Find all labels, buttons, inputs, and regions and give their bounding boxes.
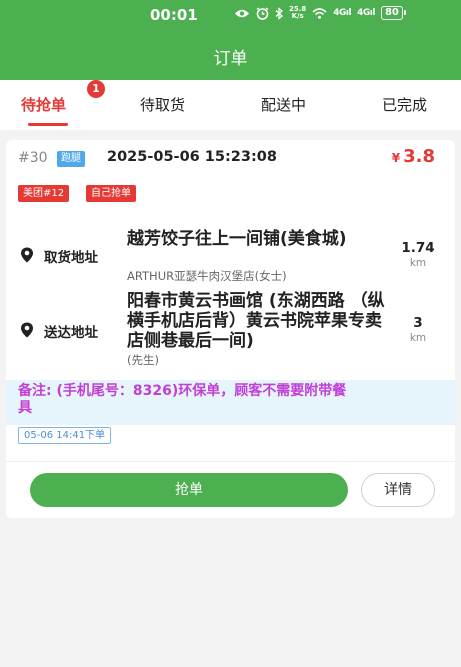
order-created-tag: 05-06 14:41下单 — [18, 427, 112, 444]
divider — [6, 461, 455, 462]
tab-pending-pickup[interactable]: 待取货 — [140, 94, 185, 115]
grab-type-tag: 自己抢单 — [86, 185, 136, 202]
order-type-tag: 跑腿 — [57, 151, 85, 167]
grab-order-button[interactable]: 抢单 — [30, 473, 348, 507]
order-price: ¥3.8 — [392, 146, 435, 167]
status-icons: 25.8 K/s 4Gıl 4Gıl 80 — [234, 5, 406, 20]
battery-icon: 80 — [380, 6, 406, 20]
pickup-label: 取货地址 — [44, 250, 98, 266]
eye-icon — [235, 9, 249, 17]
pickup-distance-value: 1.74 — [401, 240, 435, 256]
delivery-address: 阳春市黄云书画馆 (东湖西路 （纵横手机店后背）黄云书院苹果专卖店侧巷最后一间) — [127, 291, 385, 351]
status-time: 00:01 — [150, 6, 198, 24]
pickup-address: 越芳饺子往上一间铺(美食城) — [127, 229, 347, 249]
tab-delivering[interactable]: 配送中 — [261, 94, 306, 115]
detail-button[interactable]: 详情 — [361, 473, 435, 507]
tab-badge: 1 — [87, 80, 105, 98]
pickup-distance: 1.74 km — [396, 240, 440, 269]
platform-tag: 美团#12 — [18, 185, 70, 202]
bluetooth-icon — [275, 6, 283, 20]
price-amount: 3.8 — [403, 146, 435, 167]
order-number: #30 — [18, 150, 48, 166]
pickup-shop: ARTHUR亚瑟牛肉汉堡店(女士) — [127, 269, 287, 283]
tab-pending-grab[interactable]: 待抢单 — [21, 94, 66, 115]
signal-1-icon: 4Gıl — [333, 8, 352, 18]
wifi-icon — [312, 7, 327, 19]
page-title: 订单 — [213, 49, 248, 69]
app-bar: 00:01 25.8 K/s 4Gıl 4Gıl 80 订单 — [0, 0, 461, 80]
tab-completed[interactable]: 已完成 — [382, 94, 427, 115]
delivery-distance-unit: km — [409, 332, 427, 344]
delivery-distance-value: 3 — [413, 315, 423, 331]
active-tab-indicator — [28, 123, 68, 126]
tab-bar: 待抢单 待取货 配送中 已完成 — [0, 80, 461, 130]
delivery-label: 送达地址 — [44, 325, 98, 341]
price-currency: ¥ — [391, 151, 401, 165]
delivery-customer: (先生) — [127, 353, 159, 367]
pickup-distance-unit: km — [409, 257, 427, 269]
alarm-icon — [256, 6, 269, 20]
net-speed: 25.8 K/s — [289, 5, 307, 20]
order-time: 2025-05-06 15:23:08 — [107, 149, 277, 165]
signal-2-icon: 4Gıl — [357, 8, 375, 18]
location-pin-icon — [21, 247, 33, 263]
order-note: 备注: (手机尾号：8326)环保单，顾客不需要附带餐具 — [18, 383, 347, 416]
location-pin-icon — [21, 322, 33, 338]
delivery-distance: 3 km — [396, 315, 440, 344]
